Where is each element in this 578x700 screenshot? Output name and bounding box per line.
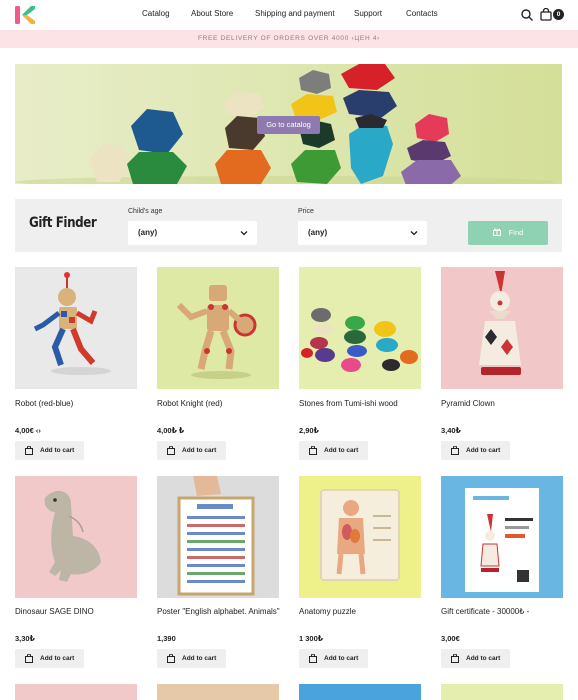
search-icon[interactable] xyxy=(520,8,534,22)
price-select[interactable]: (any) xyxy=(298,221,427,245)
product-image[interactable] xyxy=(15,476,137,598)
gift-finder-title: Gift Finder xyxy=(29,215,97,231)
product-name[interactable]: Poster "English alphabet. Animals" xyxy=(157,606,287,618)
add-to-cart-label: Add to cart xyxy=(324,655,359,662)
nav-shipping-payment[interactable]: Shipping and payment xyxy=(255,9,335,18)
product-image[interactable] xyxy=(441,476,563,598)
pyramid-clown-image xyxy=(479,271,521,375)
add-to-cart-button[interactable]: Add to cart xyxy=(441,649,510,668)
promo-bar: FREE DELIVERY OF ORDERS OVER 4000 ‹ЦЕН 4… xyxy=(0,30,578,48)
product-name[interactable]: Pyramid Clown xyxy=(441,398,571,410)
product-image[interactable] xyxy=(299,476,421,598)
anatomy-puzzle-image xyxy=(320,489,400,581)
product-price: 1 300₺ xyxy=(299,634,323,643)
site-header: Catalog About Store Shipping and payment… xyxy=(0,0,578,30)
add-to-cart-button[interactable]: Add to cart xyxy=(15,441,84,460)
price-label: Price xyxy=(298,208,314,215)
bag-icon xyxy=(167,654,175,663)
add-to-cart-button[interactable]: Add to cart xyxy=(157,441,226,460)
product-name[interactable]: Dinosaur SAGE DINO xyxy=(15,606,145,618)
robot-knight-image xyxy=(176,285,257,379)
robot-toy-image xyxy=(33,272,111,375)
add-to-cart-button[interactable]: Add to cart xyxy=(441,441,510,460)
product-price: 4,00€ ‹› xyxy=(15,426,41,435)
bag-icon xyxy=(451,446,459,455)
product-image[interactable] xyxy=(299,684,421,700)
product-price: 3,00€ xyxy=(441,634,460,643)
alphabet-poster-image xyxy=(177,476,255,596)
product-name[interactable]: Stones from Tumi-ishi wood xyxy=(299,398,429,410)
bag-icon xyxy=(451,654,459,663)
add-to-cart-label: Add to cart xyxy=(324,447,359,454)
nav-catalog[interactable]: Catalog xyxy=(142,9,170,18)
product-price: 2,90₺ xyxy=(299,426,319,435)
product-image[interactable] xyxy=(157,267,279,389)
product-image[interactable] xyxy=(299,267,421,389)
add-to-cart-label: Add to cart xyxy=(182,447,217,454)
product-price: 4,00₺ ₺ xyxy=(157,426,185,435)
add-to-cart-label: Add to cart xyxy=(182,655,217,662)
nav-about-store[interactable]: About Store xyxy=(191,9,233,18)
product-price: 3,30₺ xyxy=(15,634,35,643)
go-to-catalog-button[interactable]: Go to catalog xyxy=(257,116,320,134)
bag-icon xyxy=(25,446,33,455)
add-to-cart-label: Add to cart xyxy=(466,655,501,662)
gift-certificate-image xyxy=(465,488,539,592)
nav-contacts[interactable]: Contacts xyxy=(406,9,438,18)
gift-icon xyxy=(492,228,501,236)
add-to-cart-button[interactable]: Add to cart xyxy=(157,649,226,668)
add-to-cart-button[interactable]: Add to cart xyxy=(15,649,84,668)
product-name[interactable]: Anatomy puzzle xyxy=(299,606,429,618)
product-name[interactable]: Robot Knight (red) xyxy=(157,398,287,410)
add-to-cart-label: Add to cart xyxy=(40,447,75,454)
find-button-label: Find xyxy=(508,228,524,237)
nav-support[interactable]: Support xyxy=(354,9,382,18)
product-name[interactable]: Gift certificate - 30000₺ - xyxy=(441,606,571,618)
chevron-down-icon xyxy=(240,231,248,236)
childs-age-value: (any) xyxy=(138,228,158,237)
price-value: (any) xyxy=(308,228,328,237)
chevron-down-icon xyxy=(410,231,418,236)
bag-icon xyxy=(167,446,175,455)
product-image[interactable] xyxy=(441,684,563,700)
add-to-cart-button[interactable]: Add to cart xyxy=(299,441,368,460)
childs-age-select[interactable]: (any) xyxy=(128,221,257,245)
product-image[interactable] xyxy=(441,267,563,389)
product-price: 3,40₺ xyxy=(441,426,461,435)
add-to-cart-button[interactable]: Add to cart xyxy=(299,649,368,668)
find-button[interactable]: Find xyxy=(468,221,548,245)
bag-icon xyxy=(25,654,33,663)
cart-count-badge: 0 xyxy=(553,9,564,20)
add-to-cart-label: Add to cart xyxy=(40,655,75,662)
product-image[interactable] xyxy=(157,476,279,598)
bag-icon xyxy=(309,654,317,663)
product-price: 1,390 xyxy=(157,634,176,643)
product-name[interactable]: Robot (red-blue) xyxy=(15,398,145,410)
childs-age-label: Child's age xyxy=(128,208,163,215)
product-image[interactable] xyxy=(157,684,279,700)
logo-icon[interactable] xyxy=(14,4,36,26)
wooden-stones-image xyxy=(301,308,418,372)
product-image[interactable] xyxy=(15,684,137,700)
product-image[interactable] xyxy=(15,267,137,389)
bag-icon xyxy=(309,446,317,455)
dinosaur-toy-image xyxy=(44,490,101,582)
cart-icon[interactable] xyxy=(539,8,553,22)
add-to-cart-label: Add to cart xyxy=(466,447,501,454)
